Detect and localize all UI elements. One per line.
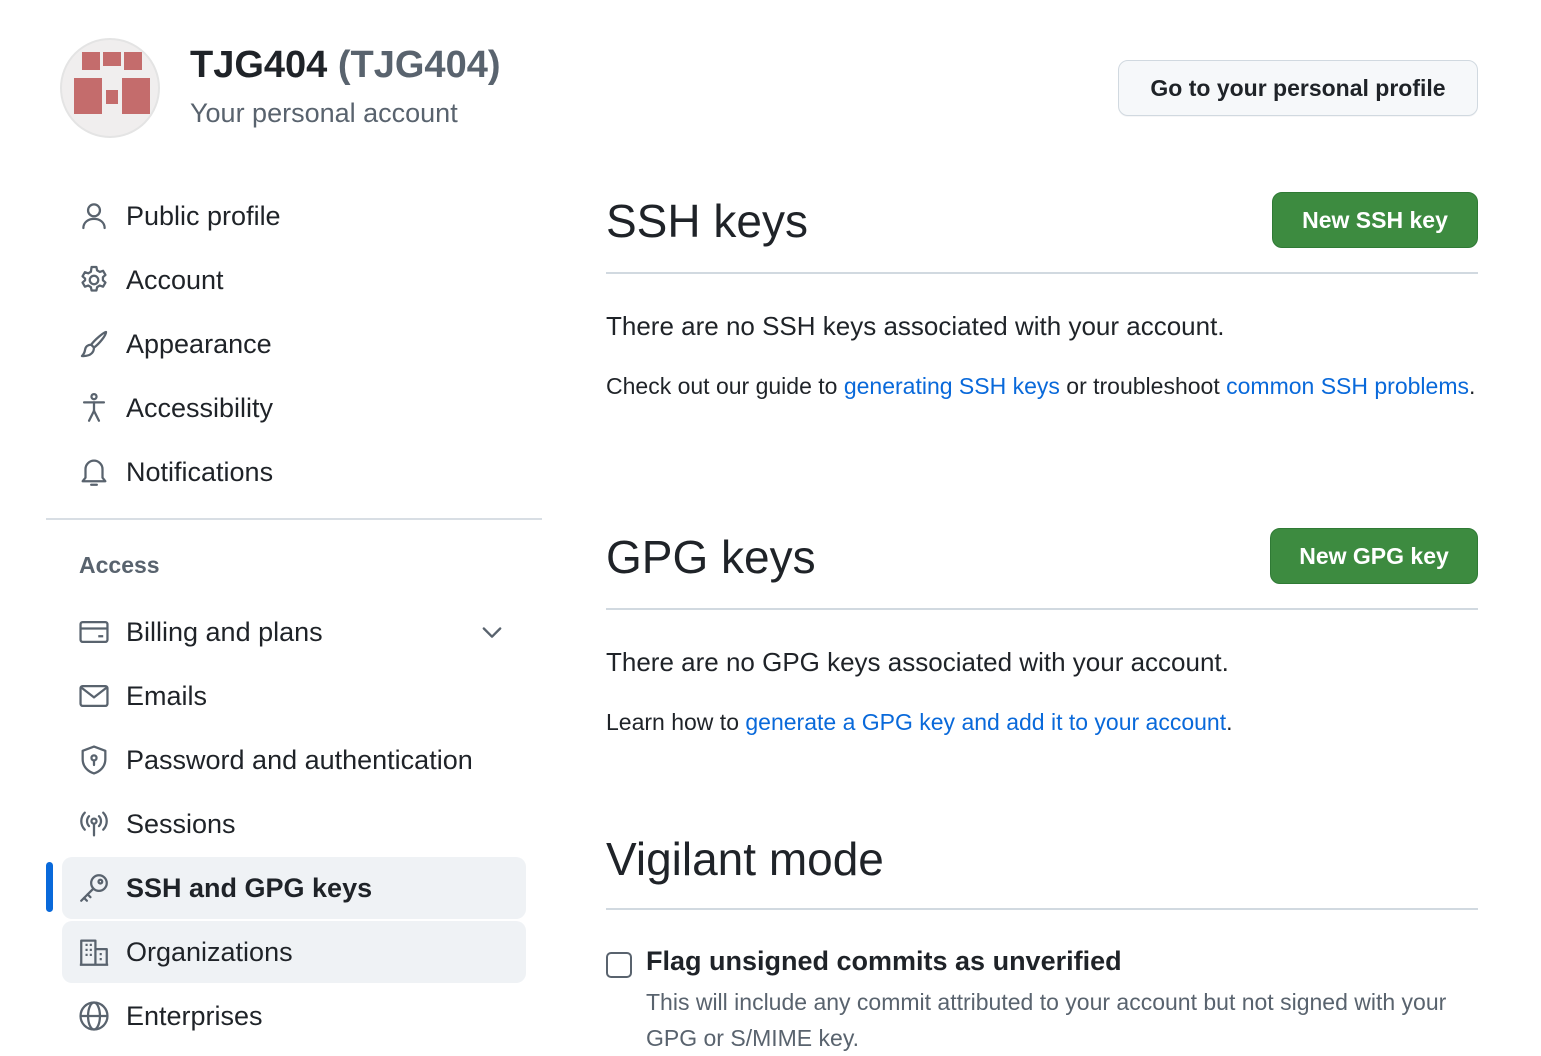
sidebar-section-access-title: Access (79, 552, 160, 578)
account-display-name: TJG404 (190, 44, 328, 86)
organization-icon (62, 935, 126, 969)
sidebar-item-label: Account (126, 264, 224, 295)
sidebar-item-sessions[interactable]: Sessions (62, 793, 526, 855)
gear-icon (62, 263, 126, 297)
shield-lock-icon (62, 743, 126, 777)
go-to-profile-button[interactable]: Go to your personal profile (1118, 60, 1478, 116)
gpg-keys-header: GPG keys New GPG key (606, 520, 1478, 610)
sidebar-item-label: Appearance (126, 328, 272, 359)
flag-unsigned-commits-description: This will include any commit attributed … (646, 989, 1447, 1051)
ssh-help-prefix: Check out our guide to (606, 373, 844, 399)
sidebar-item-emails[interactable]: Emails (62, 665, 526, 727)
new-ssh-key-button[interactable]: New SSH key (1272, 192, 1478, 248)
vigilant-mode-header: Vigilant mode (606, 820, 1478, 910)
key-icon (62, 871, 126, 905)
sidebar-item-label: Billing and plans (126, 616, 323, 647)
sidebar-item-label: Public profile (126, 200, 281, 231)
sidebar-item-enterprises[interactable]: Enterprises (62, 985, 526, 1047)
sidebar-item-appearance[interactable]: Appearance (62, 313, 526, 375)
sidebar-item-public-profile[interactable]: Public profile (62, 185, 526, 247)
main-content: SSH keys New SSH key There are no SSH ke… (606, 184, 1478, 1051)
sidebar-item-label: SSH and GPG keys (126, 872, 373, 903)
flag-unsigned-commits-checkbox[interactable] (606, 952, 632, 978)
gpg-keys-title: GPG keys (606, 531, 816, 583)
sidebar-divider (46, 518, 542, 520)
mail-icon (62, 679, 126, 713)
active-indicator (46, 862, 53, 912)
gpg-help-text: Learn how to generate a GPG key and add … (606, 704, 1478, 740)
sidebar-item-label: Accessibility (126, 392, 274, 423)
sidebar-item-accessibility[interactable]: Accessibility (62, 377, 526, 439)
sidebar-item-label: Emails (126, 680, 208, 711)
sidebar-item-account[interactable]: Account (62, 249, 526, 311)
account-subtitle: Your personal account (190, 98, 458, 128)
sidebar-item-label: Notifications (126, 456, 274, 487)
flag-unsigned-commits-label[interactable]: Flag unsigned commits as unverified (646, 946, 1122, 977)
avatar[interactable] (60, 38, 160, 138)
chevron-down-icon[interactable] (478, 618, 506, 646)
account-login: (TJG404) (337, 44, 501, 86)
sidebar-item-password-and-authentication[interactable]: Password and authentication (62, 729, 526, 791)
sidebar-item-billing-and-plans[interactable]: Billing and plans (62, 601, 526, 663)
sidebar-item-organizations[interactable]: Organizations (62, 921, 526, 983)
account-header: TJG404 (TJG404) Your personal account Go… (60, 38, 1480, 138)
sidebar-item-label: Sessions (126, 808, 236, 839)
sidebar-item-label: Enterprises (126, 1000, 263, 1031)
ssh-help-suffix: . (1468, 373, 1476, 399)
ssh-help-middle: or troubleshoot (1059, 373, 1227, 399)
gpg-help-suffix: . (1226, 709, 1233, 735)
credit-card-icon (62, 615, 126, 649)
ssh-help-text: Check out our guide to generating SSH ke… (606, 368, 1478, 404)
globe-icon (62, 999, 126, 1033)
generate-gpg-key-link[interactable]: generate a GPG key and add it to your ac… (745, 709, 1226, 735)
broadcast-icon (62, 807, 126, 841)
ssh-keys-title: SSH keys (606, 195, 808, 247)
sidebar-item-notifications[interactable]: Notifications (62, 441, 526, 503)
accessibility-icon (62, 391, 126, 425)
common-ssh-problems-link[interactable]: common SSH problems (1226, 373, 1469, 399)
person-icon (62, 199, 126, 233)
gpg-empty-message: There are no GPG keys associated with yo… (606, 647, 1229, 677)
settings-sidebar: Public profile Account Appearance Access… (46, 184, 542, 1050)
identicon-icon (74, 52, 150, 114)
ssh-empty-message: There are no SSH keys associated with yo… (606, 311, 1225, 341)
sidebar-item-label: Password and authentication (126, 744, 473, 775)
ssh-keys-header: SSH keys New SSH key (606, 184, 1478, 274)
gpg-help-prefix: Learn how to (606, 709, 746, 735)
vigilant-mode-title: Vigilant mode (606, 833, 884, 885)
sidebar-item-ssh-and-gpg-keys[interactable]: SSH and GPG keys (62, 857, 526, 919)
sidebar-item-label: Organizations (126, 936, 293, 967)
paintbrush-icon (62, 327, 126, 361)
account-name: TJG404 (TJG404) (190, 44, 501, 87)
generating-ssh-keys-link[interactable]: generating SSH keys (844, 373, 1060, 399)
bell-icon (62, 455, 126, 489)
new-gpg-key-button[interactable]: New GPG key (1270, 528, 1478, 584)
